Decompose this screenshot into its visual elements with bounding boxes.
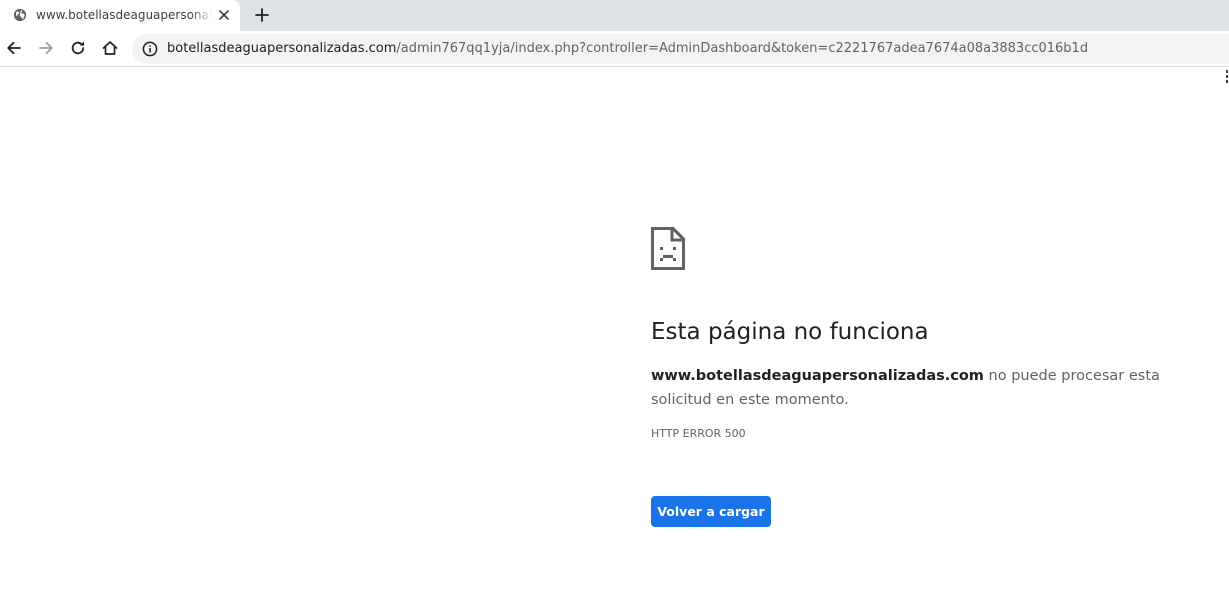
url-path: /admin767qq1yja/index.php?controller=Adm… [396,41,1089,56]
close-icon[interactable] [217,8,231,22]
browser-toolbar: botellasdeaguapersonalizadas.com/admin76… [0,31,1229,67]
error-host: www.botellasdeaguapersonalizadas.com [651,368,984,384]
forward-arrow-icon[interactable] [37,39,55,57]
error-description: www.botellasdeaguapersonalizadas.com no … [651,364,1221,412]
home-icon[interactable] [101,39,119,57]
tab-title: www.botellasdeaguapersonalizadas.com/adm… [36,8,212,22]
tab-strip: www.botellasdeaguapersonalizadas.com/adm… [0,0,1229,31]
info-icon[interactable] [142,41,158,57]
address-bar[interactable]: botellasdeaguapersonalizadas.com/admin76… [132,34,1229,64]
url-host: botellasdeaguapersonalizadas.com [167,41,397,56]
sad-page-icon [651,227,685,270]
error-code: HTTP ERROR 500 [651,427,746,440]
url-text[interactable]: botellasdeaguapersonalizadas.com/admin76… [167,41,1088,57]
reload-button[interactable]: Volver a cargar [651,496,771,527]
error-title: Esta página no funciona [651,319,929,345]
browser-tab[interactable]: www.botellasdeaguapersonalizadas.com/adm… [0,0,240,31]
back-arrow-icon[interactable] [5,39,23,57]
globe-icon [13,8,27,22]
reload-icon[interactable] [69,39,87,57]
plus-icon[interactable] [253,6,271,24]
